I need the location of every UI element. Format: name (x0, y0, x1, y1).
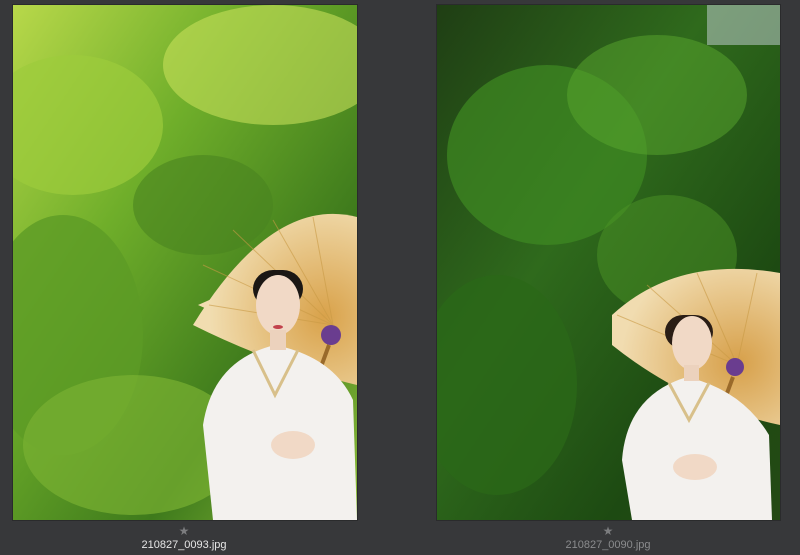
filename-label: 210827_0093.jpg (141, 539, 227, 551)
thumbnail-cell-2[interactable]: ★ 210827_0090.jpg (424, 0, 800, 555)
filename-label: 210827_0090.jpg (565, 539, 651, 551)
photo-image (13, 5, 357, 520)
photo-thumbnail[interactable] (12, 4, 358, 521)
rating-star-icon[interactable]: ★ (177, 524, 191, 538)
photo-thumbnail[interactable] (436, 4, 781, 521)
thumbnail-cell-1[interactable]: ★ 210827_0093.jpg (0, 0, 368, 555)
photo-image (437, 5, 780, 520)
rating-star-icon[interactable]: ★ (601, 524, 615, 538)
